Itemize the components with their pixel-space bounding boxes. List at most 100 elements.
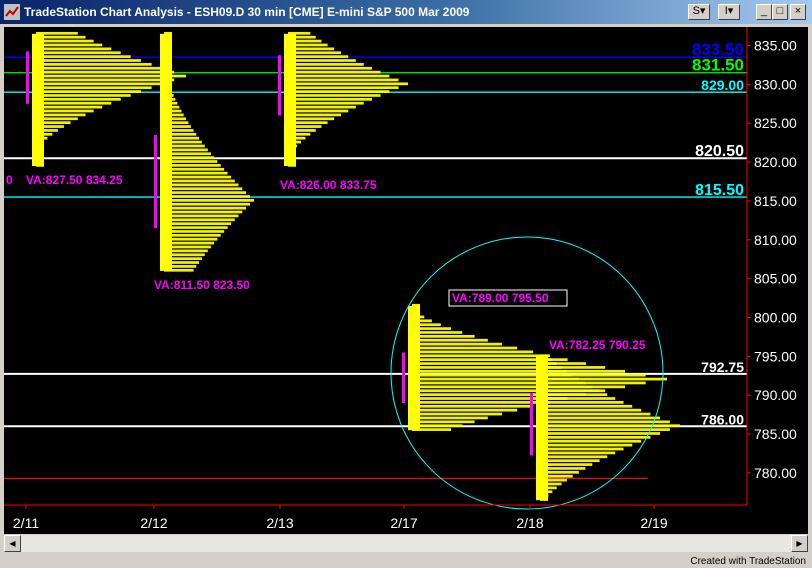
profile-row [288,101,364,105]
profile-row [36,82,163,86]
profile-row [164,226,228,229]
profile-row [412,420,475,424]
profile-row [540,401,624,404]
profile-row [36,47,112,51]
profile-row [36,66,163,70]
window-title: TradeStation Chart Analysis - ESH09.D 30… [24,5,470,19]
profile-row [288,94,381,97]
profile-row [540,451,616,455]
scroll-right-icon[interactable]: ▶ [791,535,808,552]
profile-row [288,74,390,78]
y-tick-label: 825.00 [754,115,797,131]
y-tick-label: 820.00 [754,154,797,170]
profile-row [540,447,624,451]
y-tick-label: 800.00 [754,310,797,326]
x-tick-label: 2/11 [13,515,39,531]
y-tick-label: 785.00 [754,426,797,442]
profile-row [164,202,251,206]
horizontal-scrollbar[interactable]: ◀ ▶ [4,535,808,552]
profile-row [412,416,488,420]
app-icon [4,4,20,20]
profile-row [164,222,232,226]
profile-row [412,338,488,342]
profile-row [164,233,221,237]
close-button[interactable]: × [790,4,806,20]
profile-row [540,459,600,463]
y-tick-label: 810.00 [754,232,797,248]
va-label: VA:827.50 834.25 [26,173,123,187]
maximize-button[interactable]: □ [772,4,788,20]
level-label: 831.50 [692,56,744,75]
profile-row [36,43,103,47]
profile-row [412,412,503,416]
value-area-bar [402,352,405,403]
level-label: 792.75 [701,359,744,375]
profile [154,31,254,272]
profile-row [540,408,642,412]
profile-row [36,59,141,62]
profile-row [288,55,349,58]
profile-row [288,90,390,93]
minimize-button[interactable]: _ [756,4,772,20]
profile-row [412,346,518,350]
profile-row [288,105,356,109]
profile-row [412,342,503,346]
y-tick-label: 835.00 [754,38,797,54]
profile-row [412,381,646,385]
profile-row [412,408,518,412]
scroll-left-icon[interactable]: ◀ [4,535,21,552]
profile-row [288,78,399,82]
profile [402,303,667,431]
profile-row [412,401,550,404]
profile-row [164,175,232,179]
profile-row [36,105,103,109]
y-tick-label: 790.00 [754,387,797,403]
profile-row [540,439,642,443]
profile-row [540,420,670,424]
x-tick-label: 2/13 [266,515,293,531]
value-area-bar [278,55,281,116]
profile-row [540,397,616,400]
profile-row [412,366,606,369]
profile-row [36,39,94,43]
interval-menu-button[interactable]: I▾ [718,4,740,20]
profile-row [412,373,646,377]
profile-row [540,393,608,396]
symbol-menu-button[interactable]: S▾ [688,4,710,20]
profile-row [540,416,660,420]
profile-row [164,237,218,241]
profile-row [540,455,608,459]
profile-row [288,66,372,70]
profile-row [412,362,586,365]
profile-row [36,101,112,105]
profiles [26,31,680,501]
profile-row [540,432,660,435]
chart-window: TradeStation Chart Analysis - ESH09.D 30… [0,0,812,554]
profile-row [164,195,251,198]
profile-row [540,412,651,416]
profile-row [288,86,399,90]
x-tick-label: 2/12 [140,515,167,531]
profile-row [412,350,534,354]
y-tick-label: 830.00 [754,76,797,92]
profile-row [164,183,239,187]
profile-row [288,109,349,113]
profile-row [36,70,175,74]
va-label: VA:826.00 833.75 [280,178,377,192]
chart-area[interactable]: 833.50 831.50 829.00 820.50 815.50 792.75 786.… [4,27,808,534]
profile-row [412,369,626,373]
profile-row [164,199,254,202]
va-label: VA:782.25 790.25 [549,338,646,352]
profile-row [164,191,247,194]
title-bar[interactable]: TradeStation Chart Analysis - ESH09.D 30… [0,0,812,24]
profile-row [164,171,228,175]
va-label: VA:811.50 823.50 [154,278,250,292]
y-tick-label: 815.00 [754,193,797,209]
y-tick-label: 780.00 [754,465,797,481]
profile-spine [284,33,296,166]
profile-row [164,164,221,167]
profile-row [288,82,408,86]
x-tick-label: 2/18 [516,515,543,531]
va-label: VA:789.00 795.50 [452,291,549,305]
profile-row [164,179,235,183]
